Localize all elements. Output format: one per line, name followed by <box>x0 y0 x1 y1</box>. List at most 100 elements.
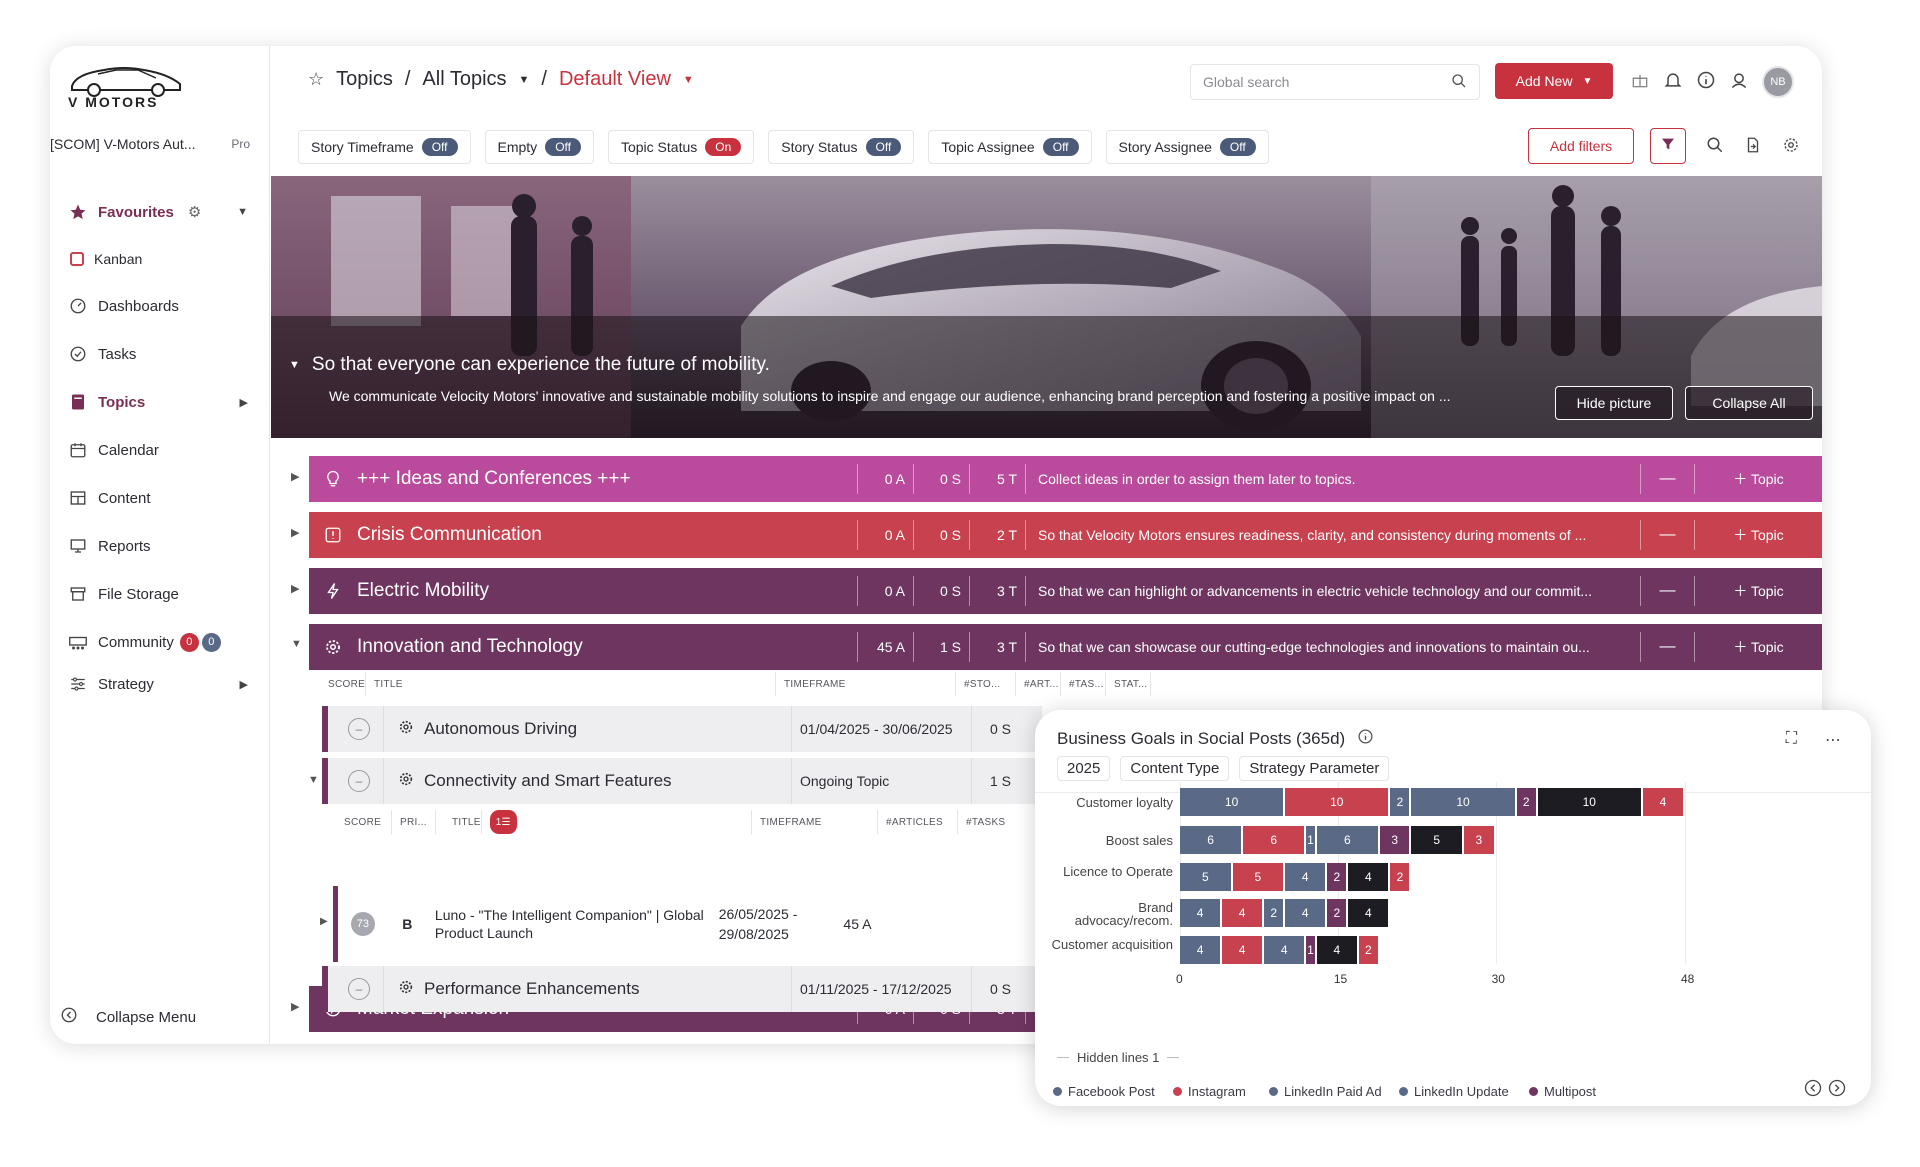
col-timeframe[interactable]: TIMEFRAME <box>776 672 956 696</box>
bar-segment[interactable]: 4 <box>1348 863 1391 891</box>
bar-segment[interactable]: 2 <box>1264 899 1286 927</box>
arrow-left-circle-icon[interactable] <box>1803 1078 1823 1103</box>
bar-segment[interactable]: 10 <box>1285 788 1391 816</box>
legend-item[interactable]: LinkedIn Paid Ad <box>1269 1084 1382 1099</box>
chevron-right-icon[interactable]: ▶ <box>291 526 299 539</box>
toggle-off[interactable]: Off <box>1219 138 1256 156</box>
topic-row[interactable]: ▶ Crisis Communication 0 A 0 S 2 T So th… <box>271 512 1822 558</box>
bar-segment[interactable]: 1 <box>1306 826 1317 854</box>
col-stories[interactable]: #STO... <box>956 672 1016 696</box>
chevron-down-icon[interactable]: ▼ <box>237 206 248 218</box>
bar-segment[interactable]: 2 <box>1358 936 1380 964</box>
bar-segment[interactable]: 6 <box>1316 826 1380 854</box>
sidebar-item-content[interactable]: Content <box>58 474 258 522</box>
bar-segment[interactable]: 4 <box>1348 899 1391 927</box>
sidebar-item-kanban[interactable]: Kanban <box>58 236 258 282</box>
bar-segment[interactable]: 2 <box>1390 788 1412 816</box>
bar-segment[interactable]: 4 <box>1180 936 1223 964</box>
legend-item[interactable]: LinkedIn Update <box>1399 1084 1509 1099</box>
filter-story-assignee[interactable]: Story Assignee Off <box>1105 130 1269 164</box>
collapse-dash-button[interactable]: — <box>1641 632 1695 662</box>
chevron-right-icon[interactable]: ▶ <box>240 396 248 409</box>
chevron-right-icon[interactable]: ▶ <box>240 678 248 691</box>
add-topic-button[interactable]: ＋ Topic <box>1695 525 1822 545</box>
sidebar-item-community[interactable]: Community 0 0 <box>58 618 258 666</box>
bar-segment[interactable]: 6 <box>1180 826 1244 854</box>
caret-down-icon[interactable]: ▼ <box>519 74 530 86</box>
hide-picture-button[interactable]: Hide picture <box>1555 386 1673 420</box>
bar-segment[interactable]: 4 <box>1222 936 1265 964</box>
topic-row[interactable]: ▶ +++ Ideas and Conferences +++ 0 A 0 S … <box>271 456 1822 502</box>
crumb-all-topics[interactable]: All Topics <box>422 68 506 91</box>
sidebar-item-tasks[interactable]: Tasks <box>58 330 258 378</box>
crumb-topics[interactable]: Topics <box>336 68 393 91</box>
gift-icon[interactable] <box>1630 70 1650 95</box>
bar-segment[interactable]: 2 <box>1327 863 1349 891</box>
filter-story-status[interactable]: Story Status Off <box>768 130 915 164</box>
sidebar-item-dashboards[interactable]: Dashboards <box>58 282 258 330</box>
arrow-right-circle-icon[interactable] <box>1827 1078 1847 1103</box>
add-topic-button[interactable]: ＋ Topic <box>1695 637 1822 657</box>
col-tasks[interactable]: #TAS... <box>1061 672 1106 696</box>
chevron-down-icon[interactable]: ▼ <box>308 774 319 786</box>
bar-segment[interactable]: 4 <box>1642 788 1685 816</box>
bar-segment[interactable]: 3 <box>1464 826 1496 854</box>
col-score[interactable]: SCORE <box>320 672 366 696</box>
export-icon[interactable] <box>1744 136 1762 159</box>
topic-bar[interactable]: +++ Ideas and Conferences +++ 0 A 0 S 5 … <box>309 456 1822 502</box>
filter-story-timeframe[interactable]: Story Timeframe Off <box>298 130 471 164</box>
search-icon[interactable] <box>1706 136 1724 159</box>
col-status[interactable]: STAT... <box>1106 672 1151 696</box>
toggle-off[interactable]: Off <box>545 138 581 156</box>
support-icon[interactable] <box>1729 70 1749 95</box>
col-title[interactable]: TITLE 1☰ <box>436 810 752 834</box>
topic-row[interactable]: ▶ Electric Mobility 0 A 0 S 3 T So that … <box>271 568 1822 614</box>
legend-item[interactable]: Facebook Post <box>1053 1084 1155 1099</box>
topic-bar[interactable]: Innovation and Technology 45 A 1 S 3 T S… <box>309 624 1822 670</box>
story-row[interactable]: ▶ 73 B Luno - "The Intelligent Companion… <box>320 886 893 962</box>
topic-bar[interactable]: Crisis Communication 0 A 0 S 2 T So that… <box>309 512 1822 558</box>
collapse-all-button[interactable]: Collapse All <box>1685 386 1813 420</box>
col-priority[interactable]: PRI... <box>392 810 436 834</box>
collapse-menu-button[interactable]: Collapse Menu <box>60 1006 196 1028</box>
avatar[interactable]: NB <box>1762 66 1794 98</box>
view-selector[interactable]: Default View <box>559 68 671 91</box>
bar-segment[interactable]: 4 <box>1222 899 1265 927</box>
bar-segment[interactable]: 3 <box>1379 826 1412 854</box>
filter-topic-status[interactable]: Topic Status On <box>607 130 755 164</box>
info-icon[interactable] <box>1696 70 1716 95</box>
bar-segment[interactable]: 10 <box>1411 788 1517 816</box>
sidebar-item-topics[interactable]: Topics ▶ <box>58 378 258 426</box>
filter-topic-assignee[interactable]: Topic Assignee Off <box>928 130 1092 164</box>
legend-item[interactable]: Instagram <box>1173 1084 1246 1099</box>
bar-segment[interactable]: 4 <box>1264 936 1307 964</box>
bar-segment[interactable]: 10 <box>1180 788 1286 816</box>
topic-bar[interactable]: Electric Mobility 0 A 0 S 3 T So that we… <box>309 568 1822 614</box>
collapse-dash-button[interactable]: — <box>1641 520 1695 550</box>
chevron-right-icon[interactable]: ▶ <box>320 916 328 927</box>
add-topic-button[interactable]: ＋ Topic <box>1695 469 1822 489</box>
legend-item[interactable]: Multipost <box>1529 1084 1596 1099</box>
banner-title-row[interactable]: ▼ So that everyone can experience the fu… <box>289 354 1529 376</box>
search-icon[interactable] <box>1451 73 1467 92</box>
col-tasks[interactable]: #TASKS <box>958 810 1018 834</box>
org-selector[interactable]: [SCOM] V-Motors Aut... Pro <box>50 136 260 152</box>
bar-segment[interactable]: 4 <box>1285 899 1328 927</box>
story-title[interactable]: Luno - "The Intelligent Companion" | Glo… <box>427 906 709 942</box>
global-search-input[interactable]: Global search <box>1190 64 1480 100</box>
sort-badge-icon[interactable]: 1☰ <box>489 810 518 834</box>
topic-row[interactable]: ▼ Innovation and Technology 45 A 1 S 3 T… <box>271 624 1822 670</box>
bar-segment[interactable]: 2 <box>1327 899 1349 927</box>
add-new-button[interactable]: Add New ▼ <box>1495 63 1613 99</box>
col-timeframe[interactable]: TIMEFRAME <box>752 810 878 834</box>
sidebar-item-strategy[interactable]: Strategy ▶ <box>58 666 258 702</box>
bar-segment[interactable]: 1 <box>1306 936 1317 964</box>
caret-down-icon[interactable]: ▼ <box>289 359 300 371</box>
hidden-lines[interactable]: Hidden lines 1 <box>1057 1050 1180 1065</box>
chevron-right-icon[interactable]: ▶ <box>291 470 299 483</box>
bar-segment[interactable]: 4 <box>1285 863 1328 891</box>
toggle-off[interactable]: Off <box>1042 138 1079 156</box>
bar-segment[interactable]: 6 <box>1243 826 1307 854</box>
col-articles[interactable]: #ARTICLES <box>878 810 958 834</box>
chevron-right-icon[interactable]: ▶ <box>291 1000 299 1013</box>
